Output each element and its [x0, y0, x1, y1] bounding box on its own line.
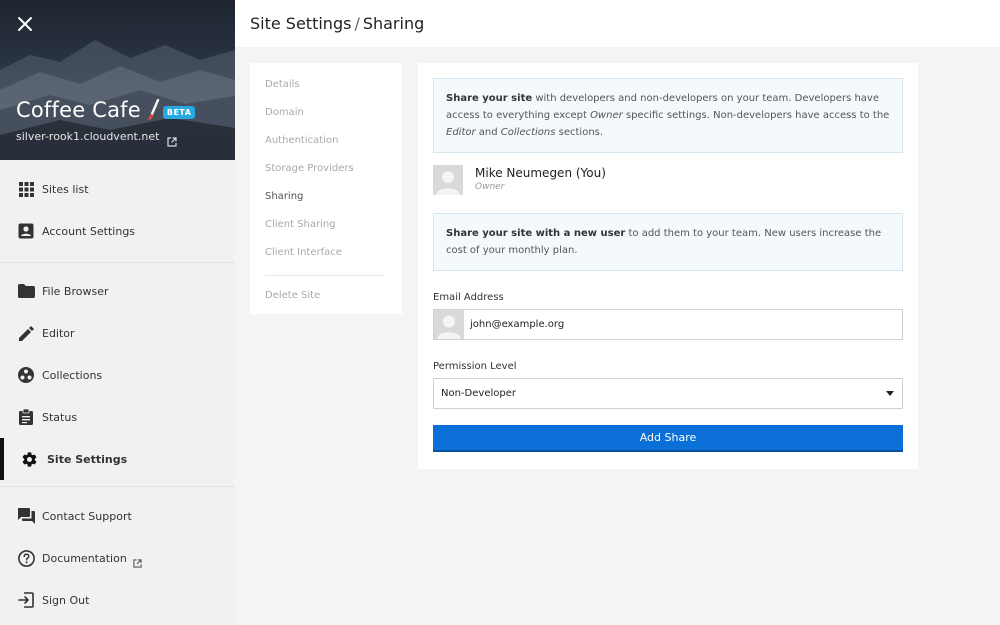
breadcrumb-site-settings[interactable]: Site Settings: [250, 14, 351, 33]
site-url: silver-rook1.cloudvent.net: [16, 130, 160, 143]
site-name-row: Coffee Cafe BETA: [16, 98, 196, 122]
page-header: Site Settings / Sharing: [235, 0, 1000, 47]
sidebar-item-documentation[interactable]: Documentation: [0, 537, 235, 579]
beta-badge: BETA: [162, 105, 196, 119]
page-title: Site Settings / Sharing: [250, 14, 424, 33]
close-icon[interactable]: [14, 13, 36, 35]
sidebar-item-label: Account Settings: [42, 224, 136, 238]
settings-nav-sharing[interactable]: Sharing: [250, 187, 402, 215]
nav-group-site: File Browser Editor Collections Status S…: [0, 263, 235, 487]
email-label: Email Address: [433, 292, 504, 303]
intro-bold: Share your site: [446, 93, 533, 104]
sidebar-item-account-settings[interactable]: Account Settings: [0, 210, 235, 252]
sidebar-item-label: Documentation: [42, 551, 127, 565]
intro-owner-em: Owner: [590, 110, 623, 121]
sharing-panel: Share your site with developers and non-…: [418, 63, 918, 469]
sharing-intro-notice: Share your site with developers and non-…: [433, 78, 903, 153]
site-hero: Coffee Cafe BETA silver-rook1.cloudvent.…: [0, 0, 235, 160]
breadcrumb-separator: /: [354, 14, 360, 33]
intro-collections-em: Collections: [500, 127, 556, 138]
external-link-icon: [167, 132, 178, 147]
settings-nav-client-interface[interactable]: Client Interface: [250, 243, 402, 271]
intro-text: sections.: [555, 127, 604, 138]
site-url-link[interactable]: silver-rook1.cloudvent.net: [16, 130, 178, 147]
settings-nav-details[interactable]: Details: [250, 75, 402, 103]
sidebar-item-label: Sign Out: [42, 593, 90, 607]
new-user-notice: Share your site with a new user to add t…: [433, 213, 903, 271]
intro-text: and: [475, 127, 501, 138]
nav-group-account: Sites list Account Settings: [0, 160, 235, 263]
permission-label: Permission Level: [433, 361, 517, 372]
avatar: [433, 165, 463, 195]
sign-out-icon: [17, 591, 35, 609]
owner-info: Mike Neumegen (You) Owner: [475, 166, 606, 192]
sidebar-item-sites-list[interactable]: Sites list: [0, 168, 235, 210]
owner-row: Mike Neumegen (You) Owner: [433, 165, 903, 213]
email-field[interactable]: [433, 309, 903, 340]
sidebar-item-file-browser[interactable]: File Browser: [0, 270, 235, 312]
sidebar-item-label: Sites list: [42, 182, 89, 196]
paintbrush-icon: [147, 98, 161, 121]
sidebar-item-label: Contact Support: [42, 509, 132, 523]
settings-nav-domain[interactable]: Domain: [250, 103, 402, 131]
settings-nav-delete-site[interactable]: Delete Site: [250, 286, 402, 314]
intro-editor-em: Editor: [446, 127, 476, 138]
sidebar-item-label: Collections: [42, 368, 103, 382]
settings-nav-storage-providers[interactable]: Storage Providers: [250, 159, 402, 187]
email-input[interactable]: [470, 319, 870, 330]
intro-text: specific settings. Non-developers have a…: [622, 110, 890, 121]
breadcrumb-sharing: Sharing: [362, 14, 425, 33]
sidebar-item-editor[interactable]: Editor: [0, 312, 235, 354]
sidebar-item-label: Editor: [42, 326, 75, 340]
settings-nav: Details Domain Authentication Storage Pr…: [250, 63, 402, 314]
permission-select[interactable]: Non-Developer: [433, 378, 903, 409]
help-icon: [17, 549, 35, 567]
settings-nav-client-sharing[interactable]: Client Sharing: [250, 215, 402, 243]
grid-icon: [17, 180, 35, 198]
folder-icon: [17, 282, 35, 300]
caret-down-icon: [886, 391, 894, 396]
owner-role: Owner: [475, 182, 505, 192]
account-icon: [17, 222, 35, 240]
sidebar: Coffee Cafe BETA silver-rook1.cloudvent.…: [0, 0, 235, 625]
collections-icon: [17, 366, 35, 384]
sidebar-item-site-settings[interactable]: Site Settings: [0, 438, 235, 480]
add-share-button[interactable]: Add Share: [433, 425, 903, 452]
settings-nav-authentication[interactable]: Authentication: [250, 131, 402, 159]
sidebar-item-status[interactable]: Status: [0, 396, 235, 438]
pencil-icon: [17, 324, 35, 342]
avatar: [434, 310, 464, 339]
new-user-bold: Share your site with a new user: [446, 228, 626, 239]
clipboard-icon: [17, 408, 35, 426]
sidebar-item-label: Site Settings: [47, 452, 128, 466]
sidebar-item-label: Status: [42, 410, 78, 424]
permission-selected-value: Non-Developer: [441, 388, 516, 399]
sidebar-item-collections[interactable]: Collections: [0, 354, 235, 396]
external-link-icon: [133, 553, 143, 568]
chat-icon: [17, 507, 35, 525]
sidebar-item-contact-support[interactable]: Contact Support: [0, 495, 235, 537]
site-name: Coffee Cafe: [16, 98, 141, 122]
sidebar-item-label: File Browser: [42, 284, 109, 298]
nav-group-help: Contact Support Documentation Sign Out: [0, 487, 235, 621]
owner-name: Mike Neumegen (You): [475, 166, 606, 180]
settings-nav-divider: [265, 275, 385, 276]
sidebar-item-sign-out[interactable]: Sign Out: [0, 579, 235, 621]
gear-icon: [20, 450, 38, 468]
